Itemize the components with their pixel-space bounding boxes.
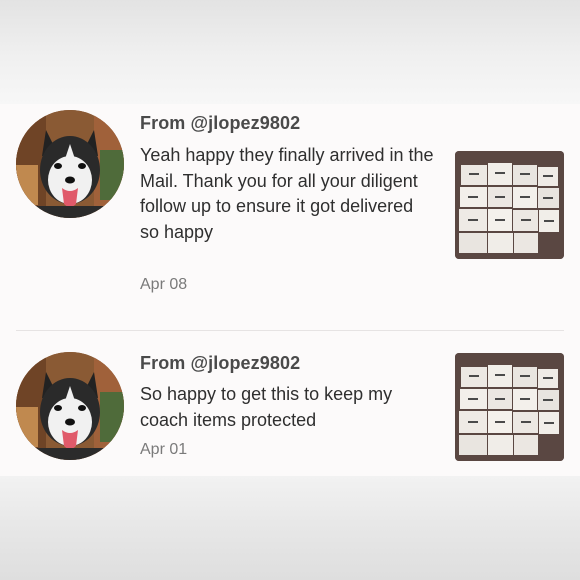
review-author[interactable]: From @jlopez9802: [140, 353, 300, 374]
husky-dog-avatar: [16, 110, 124, 218]
review-photo[interactable]: [455, 353, 564, 461]
husky-dog-avatar: [16, 352, 124, 460]
review-item[interactable]: From @jlopez9802 Yeah happy they finally…: [0, 104, 580, 330]
reviewer-avatar[interactable]: [16, 352, 124, 460]
reviewer-avatar[interactable]: [16, 110, 124, 218]
review-item[interactable]: From @jlopez9802 So happy to get this to…: [0, 331, 580, 476]
review-text: So happy to get this to keep my coach it…: [140, 384, 393, 430]
review-photo[interactable]: [455, 151, 564, 259]
dust-bags-photo: [455, 353, 564, 461]
dust-bags-photo: [455, 151, 564, 259]
review-author[interactable]: From @jlopez9802: [140, 113, 300, 134]
review-text: Yeah happy they finally arrived in the M…: [140, 145, 434, 242]
blurred-background-bottom: [0, 476, 580, 580]
review-date: Apr 08: [140, 276, 188, 293]
review-list: From @jlopez9802 Yeah happy they finally…: [0, 104, 580, 476]
review-date: Apr 01: [140, 441, 188, 458]
blurred-background-top: [0, 0, 580, 104]
